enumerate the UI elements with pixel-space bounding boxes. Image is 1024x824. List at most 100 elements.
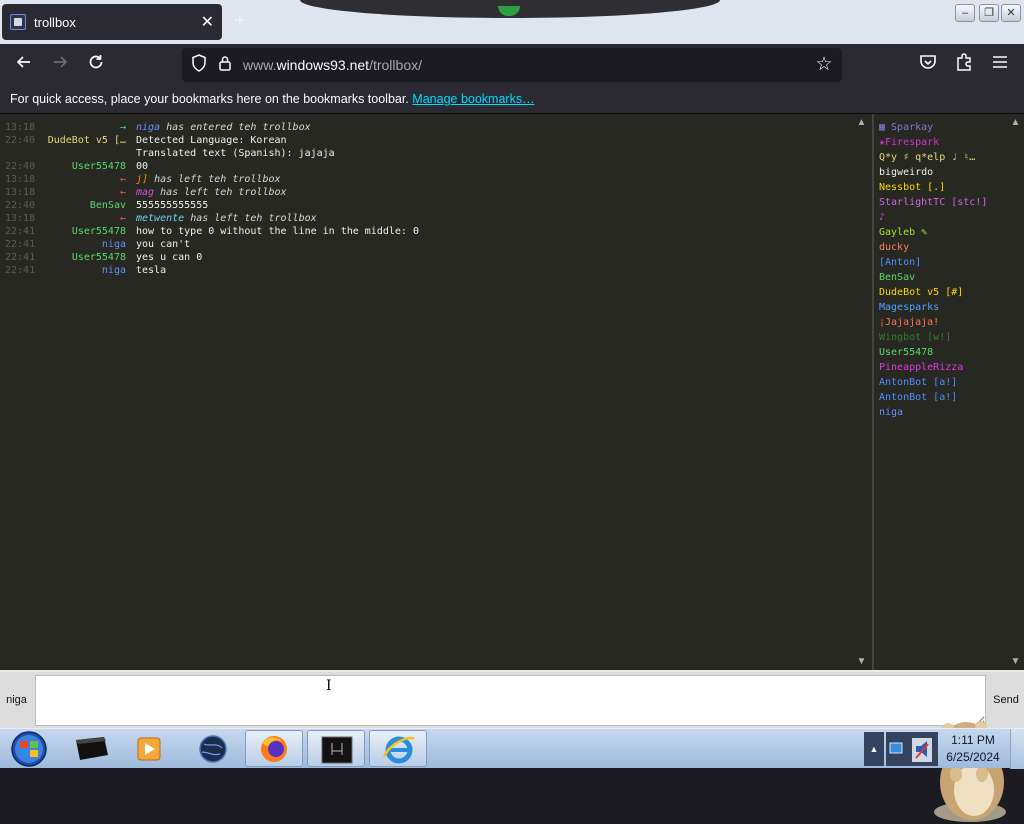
taskbar-app-black-box[interactable] [62,730,120,767]
message-time: 22:41 [5,265,36,276]
reload-icon [89,55,103,69]
user-list-item[interactable]: BenSav [874,270,1004,285]
message-list[interactable]: 13:18 → niga has entered teh trollbox 22:40… [0,114,870,670]
show-desktop-button[interactable] [1010,729,1024,769]
message-nick[interactable]: BenSav [90,199,126,212]
nickname-label[interactable]: niga [0,672,33,728]
user-list-item[interactable]: ¡Jajajaja! [874,315,1004,330]
message-text: mag has left teh trollbox [136,186,287,199]
message-user-ref[interactable]: metwente [136,213,184,224]
message-time: 13:18 [5,174,36,185]
user-list-item[interactable]: Gayleb ✎ [874,225,1004,240]
message-time: 22:41 [5,239,36,250]
user-list-item[interactable]: PineappleRizza [874,360,1004,375]
user-list-item[interactable]: StarlightTC [stc!] [874,195,1004,210]
taskbar-app-terminal[interactable] [307,730,365,767]
message-event-text: has left teh trollbox [190,213,317,224]
scroll-up-icon[interactable]: ▲ [1010,117,1021,128]
manage-bookmarks-link[interactable]: Manage bookmarks… [412,92,534,106]
close-window-button[interactable]: ✕ [1001,4,1021,22]
new-tab-button[interactable]: + [234,10,246,33]
message-nick[interactable]: ← [120,186,126,199]
url-prefix: www. [243,57,277,73]
message-scrollbar[interactable]: ▲ ▼ [853,114,870,670]
message-text: 555555555555 [136,200,209,211]
message-nick[interactable]: DudeBot v5 [… [48,134,126,147]
close-tab-icon[interactable]: ✕ [201,12,214,32]
bookmark-star-icon[interactable]: ☆ [812,53,836,77]
system-clock[interactable]: 1:11 PM 6/25/2024 [940,731,1006,767]
tab-trollbox[interactable]: trollbox ✕ [2,4,222,40]
message-event-text: has left teh trollbox [160,187,287,198]
user-list-item[interactable]: ducky [874,240,1004,255]
show-hidden-icons-button[interactable]: ▲ [864,732,884,766]
user-list-item[interactable]: niga [874,405,1004,420]
user-list: ▦ Sparkay ★Firespark Q*y ♯ q*elp ♩ ♮… bigwe… [872,114,1024,670]
user-list-item[interactable]: ♪ [874,210,1004,225]
url-text[interactable]: www.windows93.net/trollbox/ [243,57,422,73]
user-list-scrollbar[interactable]: ▲ ▼ [1007,114,1024,670]
taskbar-app-internet-explorer[interactable] [369,730,427,767]
message-nick[interactable]: niga [102,238,126,251]
taskbar-app-media-player[interactable] [120,730,178,767]
message-user-ref[interactable]: mag [136,187,154,198]
message-nick[interactable]: → [120,121,126,134]
user-list-item[interactable]: Q*y ♯ q*elp ♩ ♮… [874,150,1004,165]
extensions-button[interactable] [951,52,977,78]
tray-network-volume-icon[interactable] [886,732,938,766]
address-bar[interactable]: www.windows93.net/trollbox/ ☆ [182,48,842,82]
user-list-item[interactable]: Nessbot [.] [874,180,1004,195]
app-menu-button[interactable] [987,52,1013,78]
message-text: yes u can 0 [136,252,203,263]
message-row: 22:41 niga tesla [0,264,870,277]
user-list-item[interactable]: DudeBot v5 [#] [874,285,1004,300]
scroll-down-icon[interactable]: ▼ [856,656,867,667]
firefox-icon [261,736,287,762]
minimize-window-button[interactable]: – [955,4,975,22]
message-row: 22:41 niga you can't [0,238,870,251]
bookmarks-hint-text: For quick access, place your bookmarks h… [10,92,409,106]
user-list-item[interactable]: Magesparks [874,300,1004,315]
maximize-window-button[interactable]: ❐ [979,4,999,22]
message-text: 00 [136,161,149,172]
taskbar-app-firefox[interactable] [245,730,303,767]
scroll-up-icon[interactable]: ▲ [856,117,867,128]
message-time: 13:18 [5,213,36,224]
pocket-button[interactable] [915,52,941,78]
message-user-ref[interactable]: niga [136,122,160,133]
user-list-item[interactable]: User55478 [874,345,1004,360]
user-list-item[interactable]: AntonBot [a!] [874,375,1004,390]
message-input[interactable] [35,675,986,726]
reload-button[interactable] [83,52,109,78]
led-icon [498,6,520,16]
user-list-item[interactable]: AntonBot [a!] [874,390,1004,405]
back-button[interactable] [11,52,37,78]
tab-title: trollbox [34,15,76,30]
message-row: 22:40 User55478 00 [0,160,870,173]
tracking-protection-shield-icon[interactable] [188,54,210,76]
message-nick[interactable]: User55478 [72,225,126,238]
message-user-ref[interactable]: j] [136,174,148,185]
user-list-item[interactable]: [Anton] [874,255,1004,270]
message-nick[interactable]: User55478 [72,251,126,264]
message-time: 22:41 [5,252,36,263]
globe-icon [199,735,227,763]
user-list-item[interactable]: ▦ Sparkay [874,120,1004,135]
user-list-item[interactable]: bigweirdo [874,165,1004,180]
message-nick[interactable]: User55478 [72,160,126,173]
message-event-text: has entered teh trollbox [166,122,311,133]
lock-icon[interactable] [216,54,234,76]
message-nick[interactable]: niga [102,264,126,277]
taskbar-app-globe[interactable] [184,730,242,767]
user-list-item[interactable]: Wingbot [w!] [874,330,1004,345]
message-nick[interactable]: ← [120,212,126,225]
forward-button[interactable] [47,52,73,78]
user-list-item[interactable]: ★Firespark [874,135,1004,150]
message-nick[interactable]: ← [120,173,126,186]
scroll-down-icon[interactable]: ▼ [1010,656,1021,667]
trollbox-app: 13:18 → niga has entered teh trollbox 22:40… [0,114,1024,822]
start-orb-icon[interactable] [2,729,56,769]
message-time: 22:40 [5,161,36,172]
url-host: windows93.net [276,57,370,73]
media-player-icon [137,737,161,761]
